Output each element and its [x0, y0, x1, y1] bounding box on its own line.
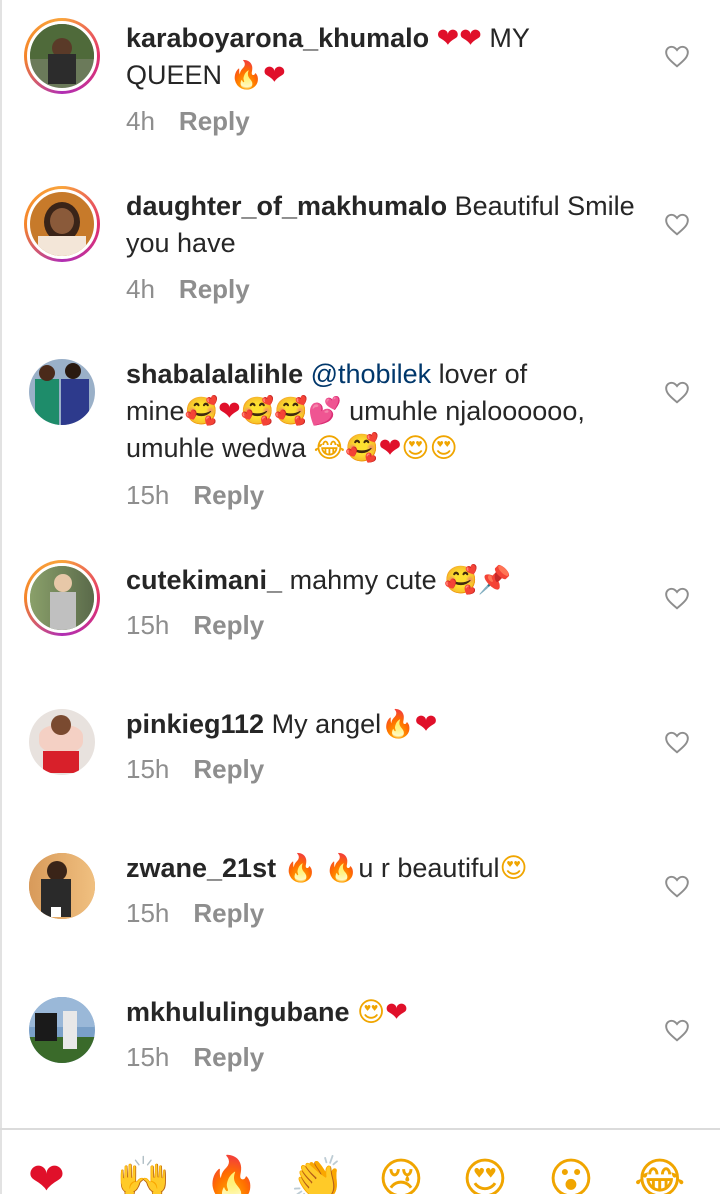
- comment-text: zwane_21st 🔥 🔥u r beautiful😍: [126, 850, 646, 887]
- comment-body: [350, 997, 358, 1027]
- comment-timestamp: 4h: [126, 106, 155, 136]
- tears-of-joy-icon: 😂: [313, 433, 346, 464]
- comment-body: u r beautiful: [358, 853, 500, 883]
- comment-meta: 15h Reply: [126, 1042, 264, 1073]
- comment-timestamp: 15h: [126, 1042, 170, 1072]
- fire-icon: 🔥: [283, 853, 318, 884]
- red-heart-icon[interactable]: ❤: [28, 1150, 65, 1194]
- comment-text: karaboyarona_khumalo ❤❤ MY QUEEN 🔥❤: [126, 20, 646, 94]
- red-heart-icon: ❤: [263, 60, 286, 91]
- comment-body: mahmy cute: [282, 565, 445, 595]
- avatar[interactable]: [24, 354, 100, 430]
- mention-link[interactable]: @thobilek: [311, 359, 431, 389]
- comment-username[interactable]: daughter_of_makhumalo: [126, 191, 447, 221]
- red-heart-icon: ❤: [414, 709, 438, 740]
- red-heart-icon: ❤: [385, 997, 408, 1028]
- two-hearts-icon: 💕: [308, 396, 342, 427]
- like-heart-icon[interactable]: [664, 380, 690, 404]
- comment-text: daughter_of_makhumalo Beautiful Smile yo…: [126, 188, 646, 262]
- fire-icon[interactable]: 🔥: [204, 1150, 259, 1194]
- comment-body: umuhle wedwa: [126, 433, 314, 463]
- fire-icon: 🔥: [381, 709, 415, 740]
- comment-body: you have: [126, 228, 236, 258]
- like-heart-icon[interactable]: [664, 586, 690, 610]
- reply-button[interactable]: Reply: [193, 480, 264, 510]
- smiling-hearts-icon: 🥰: [240, 396, 275, 427]
- reply-button[interactable]: Reply: [193, 754, 264, 784]
- comment-username[interactable]: karaboyarona_khumalo: [126, 23, 429, 53]
- pushpin-icon: 📌: [477, 565, 512, 596]
- raising-hands-icon[interactable]: 🙌: [116, 1150, 171, 1194]
- heart-eyes-icon: 😍: [357, 997, 386, 1028]
- like-heart-icon[interactable]: [664, 44, 690, 68]
- comment-meta: 15h Reply: [126, 898, 264, 929]
- comment-username[interactable]: mkhululingubane: [126, 997, 350, 1027]
- reply-button[interactable]: Reply: [179, 106, 250, 136]
- like-heart-icon[interactable]: [664, 212, 690, 236]
- comment-timestamp: 4h: [126, 274, 155, 304]
- comment-body: Beautiful Smile: [447, 191, 635, 221]
- avatar[interactable]: [24, 186, 100, 262]
- comment-meta: 15h Reply: [126, 480, 264, 511]
- comment-meta: 15h Reply: [126, 754, 264, 785]
- red-heart-icon: ❤: [378, 433, 402, 464]
- fire-icon: 🔥: [324, 853, 359, 884]
- like-heart-icon[interactable]: [664, 874, 690, 898]
- comment-username[interactable]: zwane_21st: [126, 853, 276, 883]
- fire-icon: 🔥: [229, 60, 264, 91]
- comment-meta: 15h Reply: [126, 610, 264, 641]
- avatar[interactable]: [24, 992, 100, 1068]
- comment-body: lover of: [431, 359, 528, 389]
- red-heart-icon: ❤: [436, 23, 460, 54]
- comment-timestamp: 15h: [126, 754, 170, 784]
- crying-face-icon[interactable]: 😢: [378, 1150, 424, 1194]
- avatar[interactable]: [24, 560, 100, 636]
- tears-of-joy-icon[interactable]: 😂: [634, 1150, 685, 1194]
- red-heart-icon: ❤: [459, 23, 482, 54]
- avatar[interactable]: [24, 704, 100, 780]
- heart-eyes-icon: 😍: [401, 433, 430, 464]
- reply-button[interactable]: Reply: [193, 1042, 264, 1072]
- heart-eyes-icon: 😍: [429, 433, 458, 464]
- comment-meta: 4h Reply: [126, 274, 250, 305]
- comment-meta: 4h Reply: [126, 106, 250, 137]
- comment-body: My angel: [264, 709, 382, 739]
- reply-button[interactable]: Reply: [193, 898, 264, 928]
- smiling-hearts-icon: 🥰: [274, 396, 309, 427]
- left-edge-divider: [0, 0, 2, 1194]
- comment-text: shabalalalihle @thobilek lover of mine🥰❤…: [126, 356, 646, 467]
- smiling-hearts-icon: 🥰: [184, 396, 219, 427]
- comment-timestamp: 15h: [126, 480, 170, 510]
- surprised-face-icon[interactable]: 😮: [548, 1150, 594, 1194]
- comment-text: pinkieg112 My angel🔥❤: [126, 706, 646, 743]
- comment-timestamp: 15h: [126, 898, 170, 928]
- heart-eyes-icon: 😍: [499, 853, 528, 884]
- comment-body: MY: [481, 23, 530, 53]
- red-heart-icon: ❤: [218, 396, 241, 427]
- comment-body: [276, 853, 284, 883]
- smiling-hearts-icon: 🥰: [444, 565, 478, 596]
- comment-body: QUEEN: [126, 60, 230, 90]
- comment-username[interactable]: cutekimani_: [126, 565, 282, 595]
- comment-text: mkhululingubane 😍❤: [126, 994, 646, 1031]
- comment-body: umuhle njaloooooo,: [341, 396, 585, 426]
- like-heart-icon[interactable]: [664, 730, 690, 754]
- reply-button[interactable]: Reply: [193, 610, 264, 640]
- clapping-hands-icon[interactable]: 👏: [290, 1150, 345, 1194]
- reply-button[interactable]: Reply: [179, 274, 250, 304]
- like-heart-icon[interactable]: [664, 1018, 690, 1042]
- smiling-hearts-icon: 🥰: [345, 433, 379, 464]
- comment-body: mine: [126, 396, 185, 426]
- quick-reactions-bar: [0, 1128, 720, 1194]
- comment-timestamp: 15h: [126, 610, 170, 640]
- heart-eyes-icon[interactable]: 😍: [462, 1150, 508, 1194]
- comment-text: cutekimani_ mahmy cute 🥰📌: [126, 562, 646, 599]
- comment-username[interactable]: pinkieg112: [126, 709, 264, 739]
- avatar[interactable]: [24, 18, 100, 94]
- comment-username[interactable]: shabalalalihle: [126, 359, 303, 389]
- avatar[interactable]: [24, 848, 100, 924]
